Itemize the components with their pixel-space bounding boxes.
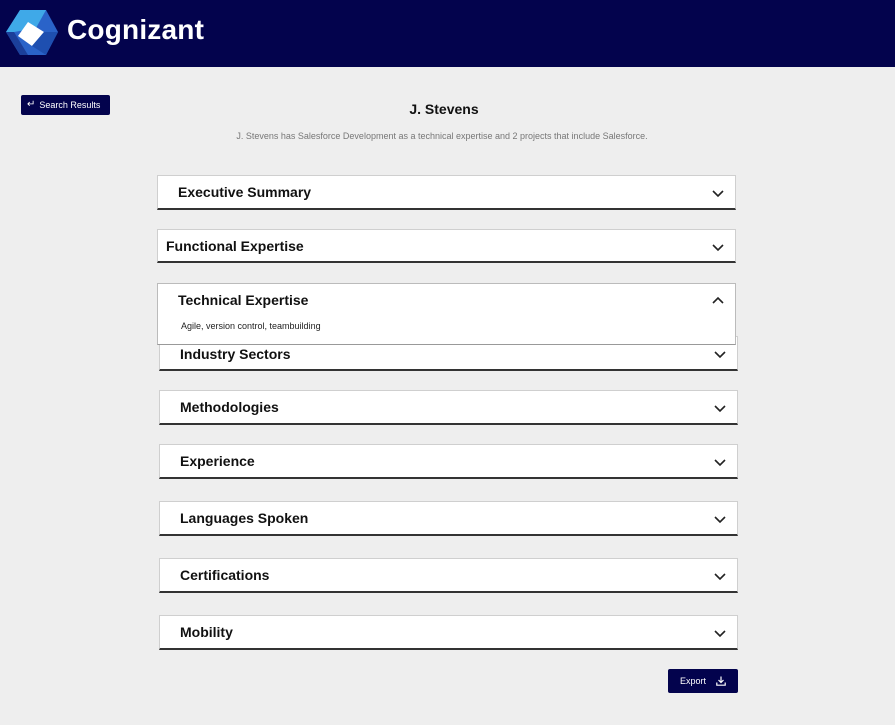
section-content: Agile, version control, teambuilding [181,321,321,331]
chevron-down-icon [714,351,726,359]
chevron-down-icon [714,459,726,467]
profile-name: J. Stevens [409,101,479,117]
section-label: Experience [180,453,255,469]
brand-name: Cognizant [67,14,205,45]
section-executive-summary[interactable]: Executive Summary [157,175,736,210]
section-label: Functional Expertise [166,238,304,254]
profile-summary: J. Stevens has Salesforce Development as… [236,131,648,141]
section-label: Languages Spoken [180,510,309,526]
section-label: Technical Expertise [178,292,309,308]
chevron-down-icon [714,405,726,413]
export-button[interactable]: Export [668,669,738,693]
section-mobility[interactable]: Mobility [159,615,738,650]
section-label: Industry Sectors [180,346,291,362]
section-technical-expertise[interactable]: Technical Expertise Agile, version contr… [157,283,736,345]
app-header: Cognizant [0,0,895,67]
section-certifications[interactable]: Certifications [159,558,738,593]
chevron-up-icon [712,296,724,304]
cognizant-logo-icon [6,10,58,55]
section-label: Mobility [180,624,233,640]
section-label: Executive Summary [178,184,312,200]
section-methodologies[interactable]: Methodologies [159,390,738,425]
chevron-down-icon [712,244,724,252]
chevron-down-icon [714,630,726,638]
export-button-label: Export [679,676,706,686]
chevron-down-icon [714,573,726,581]
section-label: Certifications [180,567,270,583]
section-label: Methodologies [180,399,279,415]
section-languages-spoken[interactable]: Languages Spoken [159,501,738,536]
section-functional-expertise[interactable]: Functional Expertise [157,229,736,263]
download-icon [716,676,726,686]
section-experience[interactable]: Experience [159,444,738,479]
chevron-down-icon [714,516,726,524]
chevron-down-icon [712,190,724,198]
